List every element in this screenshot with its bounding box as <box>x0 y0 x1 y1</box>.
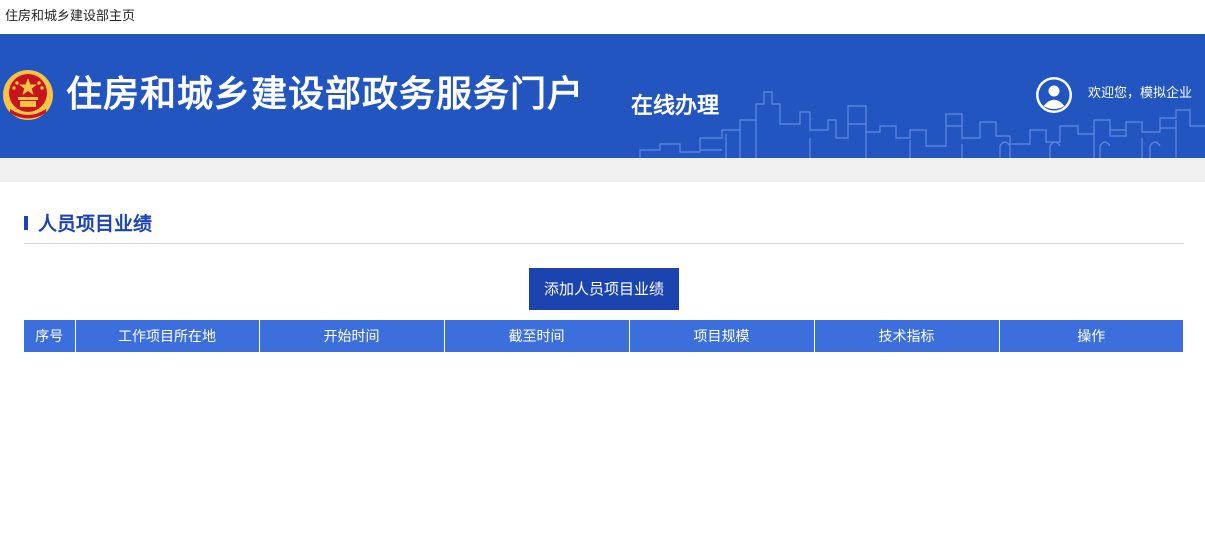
portal-title: 住房和城乡建设部政务服务门户 <box>66 74 585 115</box>
welcome-text: 欢迎您，模拟企业 <box>1088 86 1193 101</box>
top-bar: 住房和城乡建设部主页 <box>0 0 1205 34</box>
header-banner: 住房和城乡建设部政务服务门户 在线办理 欢迎您，模拟企业 <box>0 34 1205 158</box>
main-content: 人员项目业绩 添加人员项目业绩 序号 工作项目所在地 开始时间 截至时间 项目规… <box>4 182 1203 554</box>
page-gap <box>0 158 1205 182</box>
column-header-project-scale: 项目规模 <box>629 320 815 352</box>
portal-subtitle: 在线办理 <box>631 94 720 119</box>
user-avatar-icon[interactable] <box>1035 76 1073 114</box>
section-marker <box>24 216 28 230</box>
section-title: 人员项目业绩 <box>38 213 153 235</box>
column-header-end-time: 截至时间 <box>444 320 630 352</box>
performance-table: 序号 工作项目所在地 开始时间 截至时间 项目规模 技术指标 操作 <box>24 320 1183 352</box>
home-link[interactable]: 住房和城乡建设部主页 <box>5 9 135 25</box>
column-header-actions: 操作 <box>999 320 1183 352</box>
table-header-row: 序号 工作项目所在地 开始时间 截至时间 项目规模 技术指标 操作 <box>24 320 1183 352</box>
section-header: 人员项目业绩 <box>24 211 1184 244</box>
column-header-index: 序号 <box>24 320 76 352</box>
column-header-location: 工作项目所在地 <box>75 320 260 352</box>
national-emblem-icon <box>3 70 53 120</box>
column-header-technical-index: 技术指标 <box>814 320 1000 352</box>
column-header-start-time: 开始时间 <box>259 320 445 352</box>
add-performance-button[interactable]: 添加人员项目业绩 <box>529 268 679 310</box>
